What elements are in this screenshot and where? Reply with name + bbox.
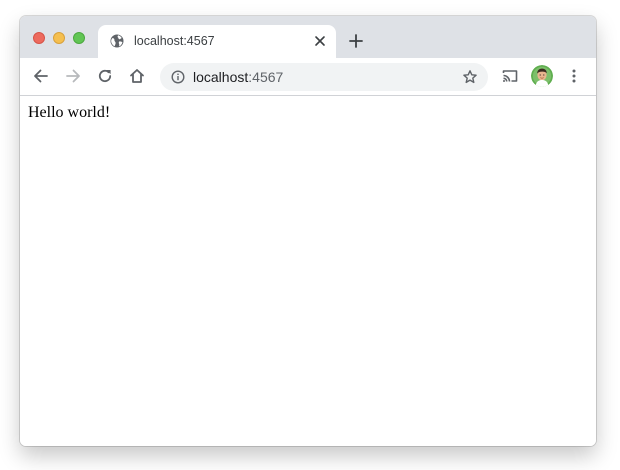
- profile-picture: [531, 65, 553, 87]
- globe-icon: [110, 34, 124, 48]
- tab-strip: localhost:4567: [20, 16, 596, 58]
- page-text: Hello world!: [28, 104, 111, 121]
- tab-localhost[interactable]: localhost:4567: [98, 25, 336, 58]
- url-host: localhost: [193, 69, 249, 85]
- page-content: Hello world!: [20, 96, 596, 446]
- home-icon[interactable]: [128, 67, 146, 85]
- reload-icon[interactable]: [96, 67, 114, 85]
- window-close-button[interactable]: [33, 32, 45, 44]
- star-icon[interactable]: [462, 69, 478, 85]
- info-icon[interactable]: [171, 70, 185, 84]
- close-icon[interactable]: [314, 35, 326, 47]
- browser-window: localhost:4567 localhost:4567 Hello worl…: [20, 16, 596, 446]
- address-bar[interactable]: localhost:4567: [160, 63, 488, 91]
- window-maximize-button[interactable]: [73, 32, 85, 44]
- browser-toolbar: localhost:4567: [20, 58, 596, 96]
- tab-title: localhost:4567: [134, 34, 215, 48]
- url-text[interactable]: localhost:4567: [193, 69, 283, 86]
- arrow-right-icon[interactable]: [64, 67, 82, 85]
- plus-icon[interactable]: [348, 33, 364, 49]
- kebab-menu-icon[interactable]: [565, 67, 583, 85]
- cast-icon[interactable]: [501, 67, 519, 85]
- window-minimize-button[interactable]: [53, 32, 65, 44]
- avatar[interactable]: [531, 65, 553, 87]
- arrow-left-icon[interactable]: [32, 67, 50, 85]
- url-port: :4567: [248, 69, 284, 85]
